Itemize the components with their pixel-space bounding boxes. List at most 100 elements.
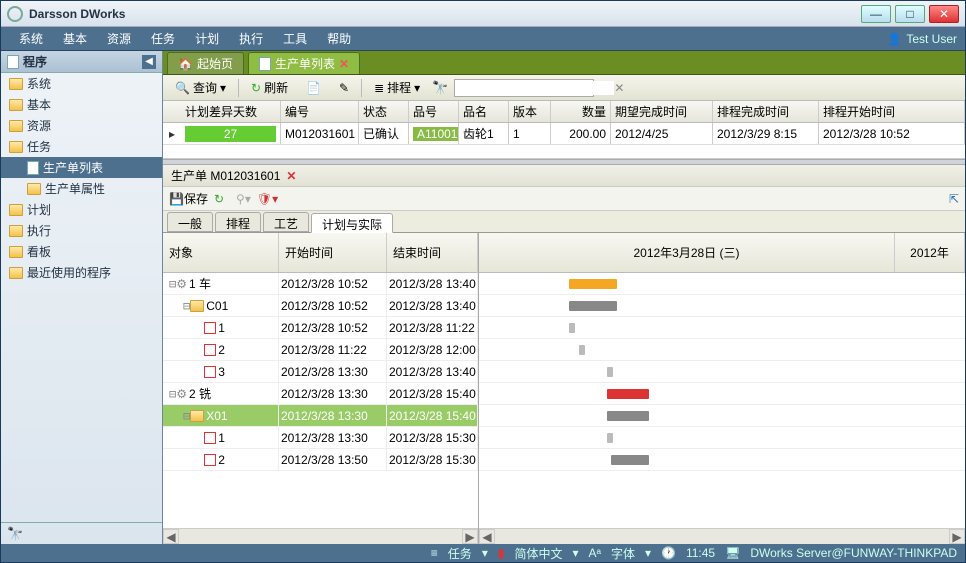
tab-process[interactable]: 工艺 — [263, 212, 309, 232]
task-row[interactable]: 12012/3/28 13:302012/3/28 15:30 — [163, 427, 478, 449]
folder-icon — [9, 141, 23, 153]
col-schst[interactable]: 排程开始时间 — [819, 101, 965, 122]
save-icon: 💾 — [169, 192, 184, 206]
tab-production-list[interactable]: 生产单列表 ✕ — [248, 52, 360, 74]
menu-system[interactable]: 系统 — [9, 30, 53, 47]
gantt-bar[interactable] — [569, 301, 617, 311]
col-end[interactable]: 结束时间 — [387, 233, 478, 272]
edit-button[interactable]: ✎ — [333, 79, 355, 97]
menu-tool[interactable]: 工具 — [273, 30, 317, 47]
task-row[interactable]: 32012/3/28 13:302012/3/28 13:40 — [163, 361, 478, 383]
clear-search-icon[interactable]: ✕ — [614, 81, 624, 95]
col-qty[interactable]: 数量 — [551, 101, 611, 122]
row-marker: ▸ — [163, 123, 181, 144]
sidebar-item[interactable]: 任务 — [1, 136, 162, 157]
col-status[interactable]: 状态 — [359, 101, 409, 122]
sidebar-item[interactable]: 看板 — [1, 241, 162, 262]
col-num[interactable]: 编号 — [281, 101, 359, 122]
task-row[interactable]: ⊟X012012/3/28 13:302012/3/28 15:40 — [163, 405, 478, 427]
gantt-bar[interactable] — [607, 411, 649, 421]
gantt-bar[interactable] — [569, 323, 575, 333]
sidebar-item[interactable]: 生产单列表 — [1, 157, 162, 178]
gantt-bar[interactable] — [569, 279, 617, 289]
link-icon[interactable]: ⚲▾ — [236, 192, 251, 206]
collapse-sidebar-button[interactable]: ◀ — [142, 55, 156, 69]
hscroll[interactable]: ◀▶ — [163, 528, 478, 544]
col-object[interactable]: 对象 — [163, 233, 279, 272]
tab-general[interactable]: 一般 — [167, 212, 213, 232]
close-detail-icon[interactable]: ✕ — [286, 169, 296, 183]
query-button[interactable]: 🔍查询 ▾ — [169, 77, 232, 98]
task-label: 2 — [218, 343, 225, 357]
sidebar-item[interactable]: 计划 — [1, 199, 162, 220]
menu-resource[interactable]: 资源 — [97, 30, 141, 47]
col-start[interactable]: 开始时间 — [279, 233, 387, 272]
search-box[interactable]: ✕ — [454, 79, 594, 97]
task-row[interactable]: 22012/3/28 11:222012/3/28 12:00 — [163, 339, 478, 361]
task-start: 2012/3/28 13:30 — [279, 383, 387, 404]
gantt-bar[interactable] — [579, 345, 585, 355]
menu-task[interactable]: 任务 — [141, 30, 185, 47]
task-row[interactable]: 22012/3/28 13:502012/3/28 15:30 — [163, 449, 478, 471]
status-lang[interactable]: 简体中文 — [514, 545, 562, 562]
schedule-button[interactable]: ≣排程 ▾ — [368, 77, 426, 98]
status-task[interactable]: 任务 — [448, 545, 472, 562]
gantt-hscroll[interactable]: ◀▶ — [479, 528, 965, 544]
col-ver[interactable]: 版本 — [509, 101, 551, 122]
tab-plan-actual[interactable]: 计划与实际 — [311, 213, 393, 233]
tab-schedule[interactable]: 排程 — [215, 212, 261, 232]
popout-icon[interactable]: ⇱ — [949, 192, 959, 206]
tab-start-label: 起始页 — [197, 55, 233, 72]
sidebar-item[interactable]: 系统 — [1, 73, 162, 94]
sidebar-item-label: 看板 — [27, 243, 51, 260]
refresh-button[interactable]: ↻刷新 — [245, 77, 294, 98]
table-row[interactable]: ▸ 27 M012031601 已确认 A11001 齿轮1 1 200.00 … — [163, 123, 965, 145]
refresh-icon[interactable]: ↻ — [214, 192, 224, 206]
user-display[interactable]: 👤 Test User — [887, 32, 957, 46]
menu-plan[interactable]: 计划 — [185, 30, 229, 47]
expand-icon[interactable]: ⊟ — [169, 387, 176, 401]
sidebar-item[interactable]: 资源 — [1, 115, 162, 136]
save-button[interactable]: 💾保存 — [169, 190, 208, 207]
task-start: 2012/3/28 13:50 — [279, 449, 387, 470]
maximize-button[interactable]: □ — [895, 5, 925, 23]
status-server[interactable]: DWorks Server@FUNWAY-THINKPAD — [750, 546, 957, 560]
col-pin[interactable]: 品号 — [409, 101, 459, 122]
task-row[interactable]: ⊟⚙1 车2012/3/28 10:522012/3/28 13:40 — [163, 273, 478, 295]
col-exp[interactable]: 期望完成时间 — [611, 101, 713, 122]
gantt-bar[interactable] — [607, 433, 613, 443]
menu-help[interactable]: 帮助 — [317, 30, 361, 47]
close-tab-icon[interactable]: ✕ — [339, 57, 349, 71]
binoculars-icon[interactable]: 🔭 — [7, 526, 23, 542]
gantt-bar[interactable] — [611, 455, 649, 465]
menu-basic[interactable]: 基本 — [53, 30, 97, 47]
binoculars-icon[interactable]: 🔭 — [432, 80, 448, 96]
folder-icon — [9, 204, 23, 216]
gantt-bar[interactable] — [607, 389, 649, 399]
menu-execute[interactable]: 执行 — [229, 30, 273, 47]
task-row[interactable]: ⊟C012012/3/28 10:522012/3/28 13:40 — [163, 295, 478, 317]
minimize-button[interactable]: — — [861, 5, 891, 23]
close-button[interactable]: ✕ — [929, 5, 959, 23]
sidebar-item[interactable]: 基本 — [1, 94, 162, 115]
expand-icon[interactable]: ⊟ — [183, 409, 190, 423]
expand-icon[interactable]: ⊟ — [183, 299, 190, 313]
new-button[interactable]: 📄 — [300, 79, 327, 97]
tab-start[interactable]: 🏠 起始页 — [167, 52, 244, 74]
sidebar-item[interactable]: 最近使用的程序 — [1, 262, 162, 283]
col-pname[interactable]: 品名 — [459, 101, 509, 122]
gantt-bar[interactable] — [607, 367, 613, 377]
shield-icon[interactable]: 🛡▾ — [257, 192, 278, 206]
detail-tabs: 一般 排程 工艺 计划与实际 — [163, 211, 965, 233]
sidebar-item[interactable]: 执行 — [1, 220, 162, 241]
task-row[interactable]: ⊟⚙2 铣2012/3/28 13:302012/3/28 15:40 — [163, 383, 478, 405]
col-diff[interactable]: 计划差异天数 — [181, 101, 281, 122]
expand-icon[interactable]: ⊟ — [169, 277, 176, 291]
statusbar: ≡任务▾ ▮简体中文▾ Aᵃ字体▾ 🕐11:45 🖥DWorks Server@… — [1, 544, 965, 562]
task-row[interactable]: 12012/3/28 10:522012/3/28 11:22 — [163, 317, 478, 339]
sidebar-item-label: 生产单属性 — [45, 180, 105, 197]
sidebar-item[interactable]: 生产单属性 — [1, 178, 162, 199]
status-font[interactable]: 字体 — [611, 545, 635, 562]
col-schend[interactable]: 排程完成时间 — [713, 101, 819, 122]
search-input[interactable] — [459, 81, 614, 95]
